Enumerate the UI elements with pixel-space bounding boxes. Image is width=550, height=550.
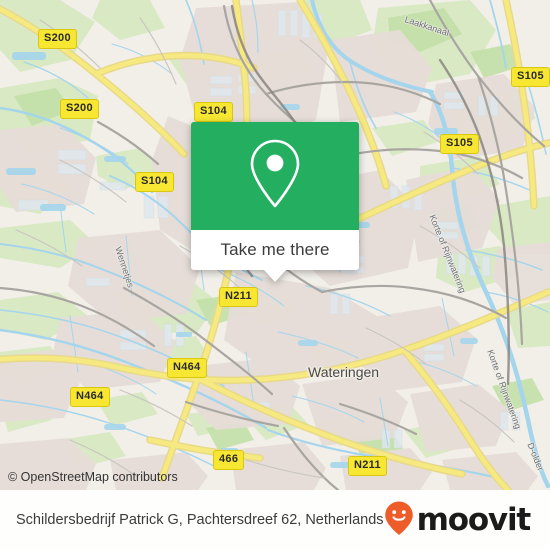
shield-n464-left: N464 <box>70 387 110 407</box>
take-me-there-label: Take me there <box>220 240 330 259</box>
shield-s105-right: S105 <box>440 134 479 154</box>
moovit-pin-smile-icon <box>384 500 414 541</box>
shield-s104-lower: S104 <box>135 172 174 192</box>
shield-s200-top: S200 <box>38 29 77 49</box>
osm-attribution: © OpenStreetMap contributors <box>8 470 178 484</box>
place-label-Wateringen: Wateringen <box>308 364 380 380</box>
callout-action-area[interactable]: Take me there <box>191 230 359 270</box>
location-pin-icon <box>247 138 303 215</box>
shield-s200-left: S200 <box>60 99 99 119</box>
shield-n211-lower: N211 <box>348 456 387 476</box>
moovit-logo[interactable]: moovit <box>384 500 536 541</box>
location-title: Schildersbedrijf Patrick G, Pachtersdree… <box>16 511 384 528</box>
moovit-wordmark: moovit <box>416 501 532 538</box>
moovit-map-screen: Wateringen Laakkanaal Wennetjes Korte of R… <box>0 0 550 550</box>
shield-n464-mid: N464 <box>167 358 207 378</box>
shield-s104-upper: S104 <box>194 102 233 122</box>
bottom-info-bar: Schildersbedrijf Patrick G, Pachtersdree… <box>0 490 550 550</box>
shield-466: 466 <box>213 450 245 470</box>
shield-s105-topright: S105 <box>511 67 550 87</box>
callout-tail <box>264 270 286 282</box>
callout-pin-area <box>191 122 359 230</box>
take-me-there-callout[interactable]: Take me there <box>191 122 359 282</box>
shield-n211-upper: N211 <box>219 287 258 307</box>
